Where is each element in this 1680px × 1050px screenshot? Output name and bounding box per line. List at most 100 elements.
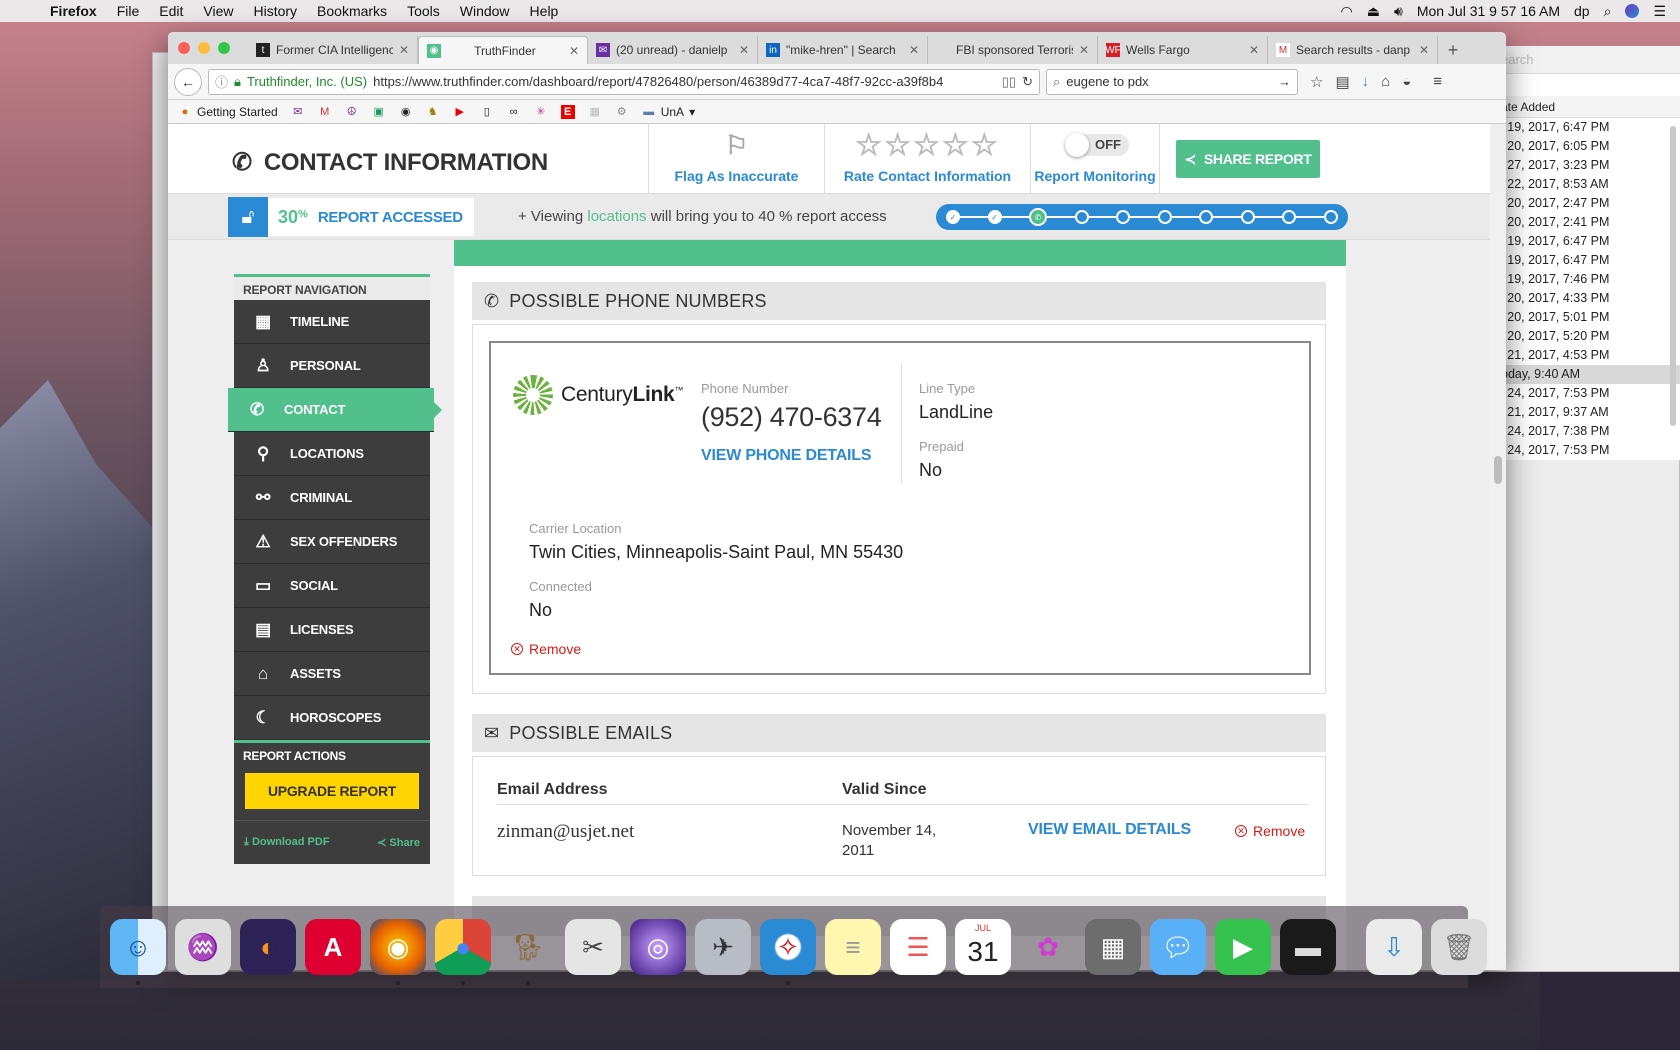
tab-close-icon[interactable]: ✕ xyxy=(1079,43,1089,57)
tab-close-icon[interactable]: ✕ xyxy=(1419,43,1429,57)
volume-icon[interactable]: 🔊︎ xyxy=(1394,3,1403,20)
library-row[interactable]: l 22, 2017, 8:53 AM xyxy=(1497,175,1680,194)
tab-close-icon[interactable]: ✕ xyxy=(569,44,579,58)
slack-icon[interactable]: ✳ xyxy=(534,105,548,119)
safari-dock-icon[interactable]: ✧ xyxy=(760,919,816,985)
minimize-window-button[interactable] xyxy=(198,42,210,54)
tab-5[interactable]: WF Wells Fargo ✕ xyxy=(1098,36,1268,64)
rate-contact-button[interactable]: ☆☆☆☆☆ Rate Contact Information xyxy=(824,124,1030,194)
library-row[interactable]: l 19, 2017, 6:47 PM xyxy=(1497,232,1680,251)
downloads-icon[interactable]: ↓ xyxy=(1362,73,1370,91)
sidebar-item-sex-offenders[interactable]: ⚠ SEX OFFENDERS xyxy=(234,520,430,564)
screenshot-dock-icon[interactable]: ✂ xyxy=(565,919,621,975)
library-search-input[interactable]: earch xyxy=(1497,46,1680,74)
gimp-dock-icon[interactable]: 🐕︎ xyxy=(500,919,556,985)
glasses-icon[interactable]: ∞ xyxy=(507,105,521,119)
bookmark-folder-una[interactable]: ▬ UnA ▾ xyxy=(642,105,695,119)
menu-window[interactable]: Window xyxy=(450,3,520,19)
download-pdf-link[interactable]: ⤓ Download PDF xyxy=(244,836,330,849)
menu-edit[interactable]: Edit xyxy=(149,3,193,19)
menu-history[interactable]: History xyxy=(243,3,307,19)
monitoring-switch[interactable]: OFF xyxy=(1065,133,1129,157)
user-name[interactable]: dp xyxy=(1574,3,1590,19)
gray-page-icon[interactable]: ▦ xyxy=(588,105,602,119)
wifi-icon[interactable]: ◠ xyxy=(1341,3,1353,20)
sidebar-item-contact[interactable]: ✆ CONTACT xyxy=(228,388,442,432)
menu-view[interactable]: View xyxy=(193,3,243,19)
github-icon[interactable]: ◉ xyxy=(399,105,413,119)
share-report-button[interactable]: ≺ SHARE REPORT xyxy=(1176,140,1320,178)
tab-1[interactable]: ◉ TruthFinder ✕ xyxy=(418,36,588,64)
library-row[interactable]: l 21, 2017, 4:53 PM xyxy=(1497,346,1680,365)
menu-bookmarks[interactable]: Bookmarks xyxy=(307,3,397,19)
locations-link[interactable]: locations xyxy=(587,208,646,225)
youtube-icon[interactable]: ▶ xyxy=(453,105,467,119)
owl-icon[interactable]: ♞ xyxy=(426,105,440,119)
share-link[interactable]: ≺ Share xyxy=(377,836,420,849)
tab-close-icon[interactable]: ✕ xyxy=(1249,43,1259,57)
siri-dock-icon[interactable]: ◎ xyxy=(630,919,686,975)
bookmark-getting-started[interactable]: ● Getting Started xyxy=(178,105,278,119)
calculator-dock-icon[interactable]: ▦ xyxy=(1085,919,1141,975)
messages-dock-icon[interactable]: 💬︎ xyxy=(1150,919,1206,975)
chrome-dock-icon[interactable]: ● xyxy=(435,919,491,985)
page-icon[interactable]: ▯ xyxy=(480,105,494,119)
sidebar-item-assets[interactable]: ⌂ ASSETS xyxy=(234,652,430,696)
flag-inaccurate-button[interactable]: ⚐ Flag As Inaccurate xyxy=(648,124,824,194)
eject-icon[interactable]: ⏏ xyxy=(1367,3,1380,20)
remove-phone-button[interactable]: ✕ Remove xyxy=(511,641,581,657)
library-row[interactable]: l 24, 2017, 7:53 PM xyxy=(1497,384,1680,403)
e-icon[interactable]: E xyxy=(560,104,575,119)
info-icon[interactable]: ⓘ xyxy=(215,72,228,91)
bookmarks-menu-icon[interactable]: ▤ xyxy=(1335,73,1349,91)
library-row[interactable]: l 19, 2017, 7:46 PM xyxy=(1497,270,1680,289)
library-row[interactable]: l 21, 2017, 9:37 AM xyxy=(1497,403,1680,422)
search-bar[interactable]: ⌕ eugene to pdx → xyxy=(1046,68,1298,95)
notes-dock-icon[interactable]: ≡ xyxy=(825,919,881,975)
peace-icon[interactable]: ☮ xyxy=(345,105,359,119)
sequel-pro-dock-icon[interactable]: ♒ xyxy=(175,919,231,975)
report-monitoring-toggle[interactable]: OFF Report Monitoring xyxy=(1030,124,1160,194)
site-identity[interactable]: Truthfinder, Inc. (US) xyxy=(247,74,367,89)
upgrade-report-button[interactable]: UPGRADE REPORT xyxy=(245,773,419,809)
clock[interactable]: Mon Jul 31 9 57 16 AM xyxy=(1417,3,1560,19)
sidebar-item-locations[interactable]: ⚲ LOCATIONS xyxy=(234,432,430,476)
menu-app-firefox[interactable]: Firefox xyxy=(40,3,107,19)
tab-close-icon[interactable]: ✕ xyxy=(399,43,409,57)
calendar-dock-icon[interactable]: JUL 31 xyxy=(955,919,1011,975)
green-icon[interactable]: ▣ xyxy=(372,105,386,119)
tab-0[interactable]: t Former CIA Intelligenc ✕ xyxy=(248,36,418,64)
sidebar-item-licenses[interactable]: ▤ LICENSES xyxy=(234,608,430,652)
sidebar-item-timeline[interactable]: ▦ TIMELINE xyxy=(234,300,430,344)
yahoo-mail-icon[interactable]: ✉ xyxy=(291,105,305,119)
library-row[interactable]: l 20, 2017, 5:20 PM xyxy=(1497,327,1680,346)
eclipse-dock-icon[interactable]: ◐ xyxy=(240,919,296,975)
tab-6[interactable]: M Search results - danp ✕ xyxy=(1268,36,1438,64)
bookmark-star-icon[interactable]: ☆ xyxy=(1310,73,1323,91)
view-phone-details-link[interactable]: VIEW PHONE DETAILS xyxy=(701,447,881,465)
tab-close-icon[interactable]: ✕ xyxy=(909,43,919,57)
menu-help[interactable]: Help xyxy=(520,3,569,19)
sidebar-item-criminal[interactable]: ⚯ CRIMINAL xyxy=(234,476,430,520)
pocket-icon[interactable]: ◒ xyxy=(1402,73,1411,91)
url-bar[interactable]: ⓘ 🔒︎ Truthfinder, Inc. (US) https://www.… xyxy=(208,68,1040,95)
rating-stars[interactable]: ☆☆☆☆☆ xyxy=(825,128,1030,163)
library-row[interactable]: l 20, 2017, 6:05 PM xyxy=(1497,137,1680,156)
new-tab-button[interactable]: + xyxy=(1438,36,1468,64)
sidebar-item-personal[interactable]: ♙ PERSONAL xyxy=(234,344,430,388)
library-row[interactable]: l 24, 2017, 7:53 PM xyxy=(1497,441,1680,460)
tab-4[interactable]: FBI sponsored Terrorism ✕ xyxy=(928,36,1098,64)
library-row[interactable]: l 20, 2017, 2:47 PM xyxy=(1497,194,1680,213)
tab-2[interactable]: ✉ (20 unread) - danielp ✕ xyxy=(588,36,758,64)
gear-icon[interactable]: ⚙ xyxy=(615,105,629,119)
library-row[interactable]: l 19, 2017, 6:47 PM xyxy=(1497,118,1680,137)
search-go-icon[interactable]: → xyxy=(1278,74,1291,89)
angular-dock-icon[interactable]: A xyxy=(305,919,361,975)
library-row[interactable]: l 20, 2017, 2:41 PM xyxy=(1497,213,1680,232)
back-button[interactable]: ← xyxy=(174,67,202,96)
tab-close-icon[interactable]: ✕ xyxy=(739,43,749,57)
home-icon[interactable]: ⌂ xyxy=(1381,73,1390,91)
spotlight-icon[interactable]: ⌕ xyxy=(1604,3,1612,20)
finder-dock-icon[interactable]: ☺ xyxy=(110,919,166,985)
library-row[interactable]: l 27, 2017, 3:23 PM xyxy=(1497,156,1680,175)
